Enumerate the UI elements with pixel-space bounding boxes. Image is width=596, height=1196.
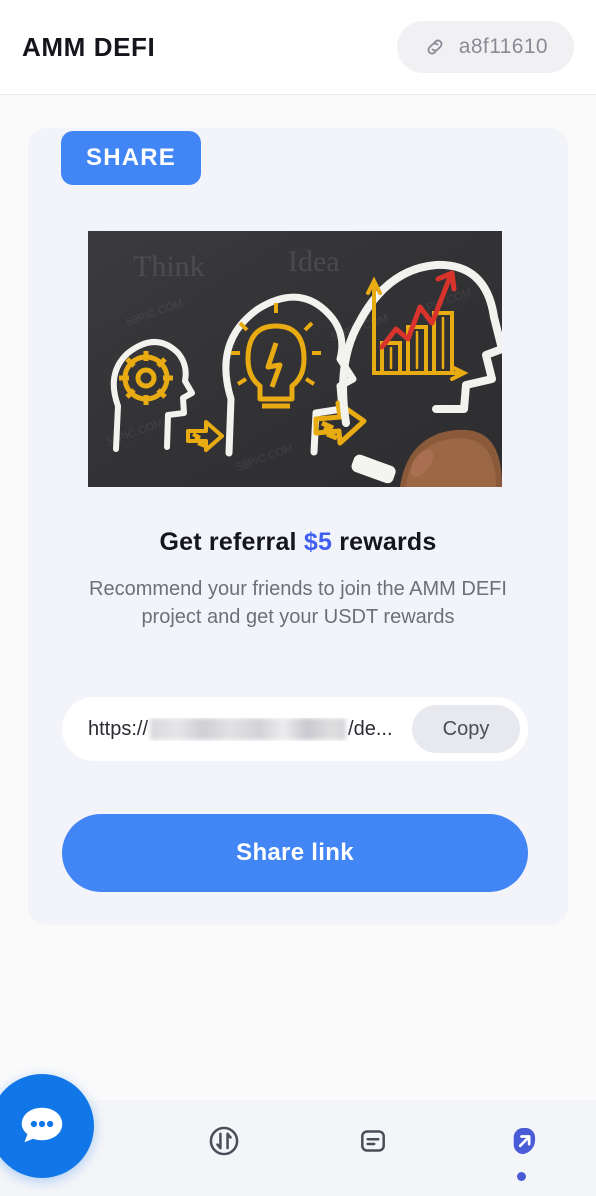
referral-link-prefix: https:// — [88, 717, 149, 740]
app-header: AMM DEFI a8f11610 — [0, 0, 596, 95]
document-list-icon — [354, 1122, 392, 1165]
chat-bubble-icon — [15, 1097, 69, 1156]
share-link-button[interactable]: Share link — [62, 814, 528, 892]
nav-active-dot — [517, 1172, 526, 1181]
nav-item-swap[interactable] — [174, 1122, 274, 1181]
share-card: SHARE 58PIC.COM 58PIC.COM 58PIC.COM PIC.… — [28, 128, 568, 925]
headline: Get referral $5 rewards — [28, 528, 568, 557]
svg-text:Idea: Idea — [288, 245, 340, 278]
headline-amount: $5 — [303, 528, 333, 556]
referral-link-redacted — [150, 718, 347, 740]
account-id-text: a8f11610 — [458, 35, 548, 58]
svg-text:Think: Think — [133, 250, 205, 283]
swap-transfer-icon — [205, 1122, 243, 1165]
nav-item-share[interactable] — [472, 1122, 572, 1181]
account-id-pill[interactable]: a8f11610 — [396, 21, 574, 73]
referral-link-suffix: /de... — [348, 717, 393, 740]
app-root: AMM DEFI a8f11610 SHARE 58PIC.COM 58PIC.… — [0, 0, 596, 1196]
hero-illustration: 58PIC.COM 58PIC.COM 58PIC.COM PIC.COM 58… — [88, 231, 502, 487]
referral-link-row: https:// /de... Copy — [62, 697, 528, 761]
share-arrow-icon — [503, 1122, 541, 1165]
referral-link-text[interactable]: https:// /de... — [88, 718, 412, 741]
page-title: AMM DEFI — [22, 31, 156, 62]
headline-suffix: rewards — [332, 528, 437, 556]
tab-share[interactable]: SHARE — [61, 131, 201, 185]
copy-button[interactable]: Copy — [412, 705, 520, 753]
nav-item-document[interactable] — [323, 1122, 423, 1181]
headline-prefix: Get referral — [159, 528, 304, 556]
link-chain-icon — [423, 35, 447, 59]
referral-description: Recommend your friends to join the AMM D… — [89, 578, 507, 628]
tab-share-label: SHARE — [85, 144, 176, 171]
